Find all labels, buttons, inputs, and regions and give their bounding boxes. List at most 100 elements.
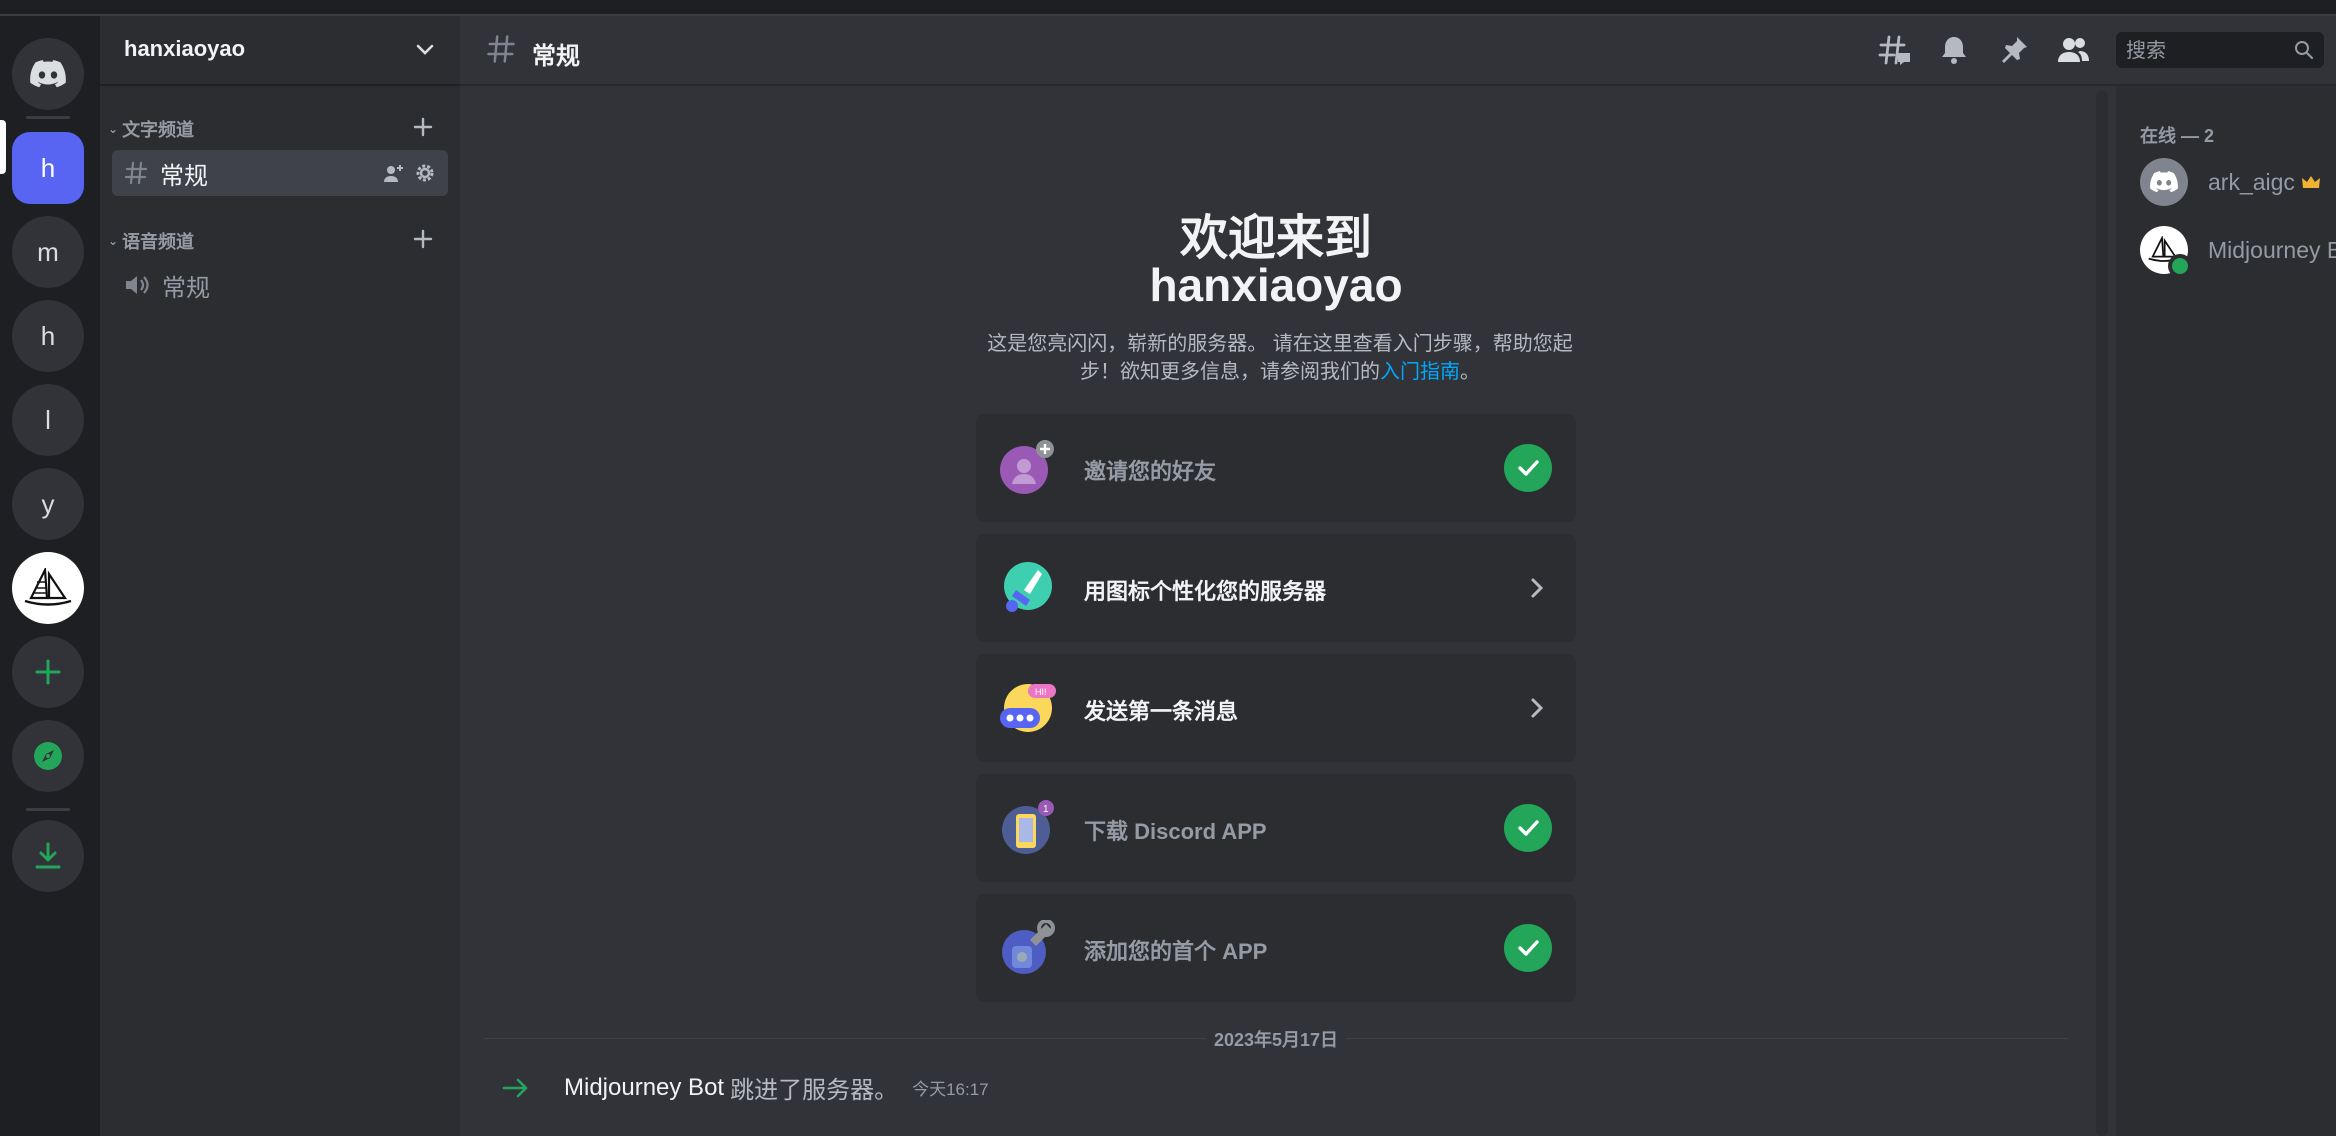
mobile-app-icon: 1	[1000, 800, 1056, 856]
home-button[interactable]	[12, 38, 84, 110]
checklist-card-add-app[interactable]: 添加您的首个 APP	[976, 894, 1576, 1002]
message-text: 跳进了服务器。	[730, 1077, 899, 1104]
server-initial: l	[45, 404, 51, 435]
online-header: 在线 — 2	[2140, 126, 2215, 146]
paintbrush-icon	[1000, 560, 1056, 616]
pin-icon[interactable]	[1998, 34, 2030, 66]
member-item[interactable]: Midjourney Bot	[2140, 226, 2336, 278]
active-server-indicator	[0, 120, 6, 174]
sailboat-icon	[21, 568, 75, 608]
chevron-down-icon: ⌄	[108, 234, 119, 248]
discord-logo-icon	[2150, 171, 2178, 193]
card-label: 邀请您的好友	[1084, 459, 1217, 484]
welcome-description: 这是您亮闪闪，崭新的服务器。 请在这里查看入门步骤，帮助您起步！欲知更多信息，请…	[980, 330, 1580, 386]
compass-icon	[32, 740, 64, 772]
invite-user-icon[interactable]	[382, 162, 404, 184]
bell-icon[interactable]	[1938, 34, 1970, 66]
explore-servers-button[interactable]	[12, 720, 84, 792]
message-username[interactable]: Midjourney Bot	[564, 1074, 724, 1102]
discord-logo-icon	[30, 60, 66, 88]
card-label: 下载 Discord APP	[1084, 819, 1267, 844]
system-message: Midjourney Bot 跳进了服务器。 今天16:17	[502, 1070, 989, 1105]
guild-header[interactable]: hanxiaoyao	[100, 16, 460, 86]
checklist-card-first-message[interactable]: HI! 发送第一条消息	[976, 654, 1576, 762]
checklist-card-invite[interactable]: 邀请您的好友	[976, 414, 1576, 522]
avatar	[2140, 226, 2192, 278]
server-h[interactable]: h	[12, 300, 84, 372]
svg-text:HI!: HI!	[1035, 687, 1047, 697]
download-icon	[33, 841, 63, 871]
hashtag-icon	[124, 161, 148, 185]
server-h-active[interactable]: h	[12, 132, 84, 204]
date-divider: 2023年5月17日	[460, 1026, 2092, 1052]
create-voice-channel-plus-icon[interactable]	[412, 228, 434, 250]
server-l[interactable]: l	[12, 384, 84, 456]
chevron-down-icon: ⌄	[108, 122, 119, 136]
server-initial: h	[40, 320, 56, 351]
server-m[interactable]: m	[12, 216, 84, 288]
checkmark-icon	[1504, 804, 1552, 852]
member-list: 在线 — 2 ark_aigc Midjourney Bot	[2116, 86, 2336, 1136]
checkmark-icon	[1504, 924, 1552, 972]
card-label: 发送第一条消息	[1084, 699, 1239, 724]
plus-icon	[34, 658, 62, 686]
chat-bubble-icon: HI!	[1000, 680, 1056, 736]
window-top-bar	[0, 0, 2336, 16]
intro-text: 这是您亮闪闪，崭新的服务器。 请在这里查看入门步骤，帮助您起步！欲知更多信息，请…	[987, 333, 1573, 383]
category-text-channels[interactable]: ⌄ 文字频道	[108, 116, 194, 142]
server-rail: h m h l y	[0, 16, 100, 1136]
card-label: 添加您的首个 APP	[1084, 939, 1268, 964]
welcome-guild-name: hanxiaoyao	[1149, 259, 1403, 311]
rail-separator	[26, 808, 70, 811]
members-icon[interactable]	[2056, 34, 2090, 66]
threads-icon[interactable]	[1878, 34, 1912, 68]
message-timestamp: 今天16:17	[912, 1080, 989, 1099]
channel-item-general[interactable]: 常规	[112, 150, 448, 196]
download-apps-button[interactable]	[12, 820, 84, 892]
server-initial: y	[41, 488, 55, 519]
avatar	[2140, 158, 2188, 206]
chevron-right-icon	[1526, 694, 1548, 722]
add-server-button[interactable]	[12, 636, 84, 708]
search-input[interactable]	[2124, 36, 2288, 66]
wrench-icon	[1000, 920, 1056, 976]
scrollbar[interactable]	[2096, 90, 2108, 1136]
server-y[interactable]: y	[12, 468, 84, 540]
member-name: ark_aigc	[2208, 168, 2295, 195]
member-name: Midjourney Bot	[2208, 236, 2336, 263]
arrow-right-icon	[502, 1076, 530, 1100]
svg-text:1: 1	[1043, 804, 1049, 815]
channel-header: 常规	[460, 16, 2336, 86]
search-box[interactable]	[2116, 32, 2324, 68]
create-channel-plus-icon[interactable]	[412, 116, 434, 138]
member-item[interactable]: ark_aigc	[2140, 158, 2321, 206]
intro-end: 。	[1460, 361, 1480, 383]
chevron-down-icon	[414, 38, 436, 60]
category-voice-channels[interactable]: ⌄ 语音频道	[108, 228, 194, 254]
gear-icon[interactable]	[414, 162, 436, 184]
checkmark-icon	[1504, 444, 1552, 492]
rail-separator	[26, 116, 70, 119]
channel-name: 常规	[162, 274, 210, 302]
invite-friends-icon	[1000, 440, 1056, 496]
message-area: 欢迎来到 hanxiaoyao 这是您亮闪闪，崭新的服务器。 请在这里查看入门步…	[460, 86, 2100, 1136]
server-initial: m	[37, 236, 59, 267]
channel-name: 常规	[160, 162, 208, 190]
date-label: 2023年5月17日	[1205, 1030, 1347, 1050]
crown-icon	[2301, 174, 2321, 190]
channel-sidebar: hanxiaoyao ⌄ 文字频道 常规 ⌄ 语音频道 常规	[100, 16, 460, 1136]
server-midjourney[interactable]	[12, 552, 84, 624]
category-label: 语音频道	[122, 232, 195, 252]
guild-name: hanxiaoyao	[124, 36, 246, 61]
channel-item-voice-general[interactable]: 常规	[112, 262, 448, 308]
checklist-card-download-app[interactable]: 1 下载 Discord APP	[976, 774, 1576, 882]
getting-started-link[interactable]: 入门指南	[1380, 361, 1460, 383]
server-initial: h	[40, 152, 56, 183]
channel-title: 常规	[532, 43, 580, 70]
hashtag-icon	[486, 34, 516, 64]
checklist-card-personalize[interactable]: 用图标个性化您的服务器	[976, 534, 1576, 642]
chevron-right-icon	[1526, 574, 1548, 602]
card-label: 用图标个性化您的服务器	[1084, 579, 1327, 604]
category-label: 文字频道	[122, 120, 195, 140]
search-icon	[2294, 40, 2314, 60]
